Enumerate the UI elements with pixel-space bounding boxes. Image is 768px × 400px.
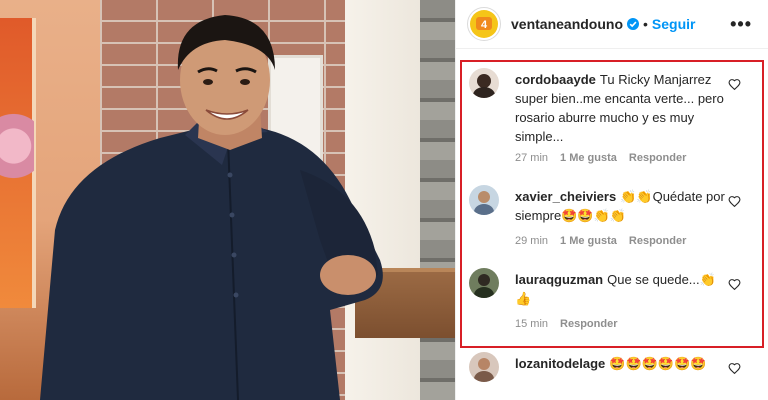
header-divider	[456, 48, 768, 49]
comment-likes[interactable]: 1 Me gusta	[560, 152, 617, 164]
comments-panel: 4 ventaneandouno • Seguir ••• cordobaayd…	[455, 0, 768, 400]
man-in-navy-shirt	[40, 15, 383, 400]
heart-icon[interactable]	[728, 195, 741, 208]
comment-item: cordobaayde Tu Ricky Manjarrez super bien…	[469, 68, 759, 164]
heart-icon[interactable]	[728, 278, 741, 291]
comment-time: 27 min	[515, 152, 549, 164]
comment-item: xavier_cheiviers 👏👏Quédate por siempre🤩🤩👏…	[469, 185, 759, 255]
separator-dot: •	[643, 16, 648, 32]
comment-item: lozanitodelage 🤩🤩🤩🤩🤩🤩	[469, 352, 759, 398]
verified-badge-icon	[627, 18, 640, 30]
reply-button[interactable]: Responder	[560, 318, 617, 330]
comment-text: 🤩🤩🤩🤩🤩🤩	[609, 356, 707, 371]
comment-time: 15 min	[515, 318, 549, 330]
commenter-avatar[interactable]	[469, 185, 499, 215]
comment-username[interactable]: xavier_cheiviers	[515, 189, 616, 204]
reply-button[interactable]: Responder	[629, 235, 686, 247]
reply-button[interactable]: Responder	[629, 152, 686, 164]
svg-text:4: 4	[481, 19, 488, 31]
more-options-icon[interactable]: •••	[730, 14, 752, 35]
comment-item: lauraqguzman Que se quede...👏👍 15 min Res…	[469, 268, 759, 338]
commenter-avatar[interactable]	[469, 352, 499, 382]
heart-icon[interactable]	[728, 78, 741, 91]
comment-likes[interactable]: 1 Me gusta	[560, 235, 617, 247]
post-photo	[0, 0, 455, 400]
commenter-avatar[interactable]	[469, 268, 499, 298]
follow-button[interactable]: Seguir	[652, 16, 696, 32]
heart-icon[interactable]	[728, 362, 741, 375]
post-header: 4 ventaneandouno • Seguir	[456, 0, 768, 48]
comment-username[interactable]: lozanitodelage	[515, 356, 605, 371]
comment-username[interactable]: lauraqguzman	[515, 272, 603, 287]
account-avatar[interactable]: 4	[467, 7, 501, 41]
account-username[interactable]: ventaneandouno	[511, 16, 623, 32]
comment-username[interactable]: cordobaayde	[515, 72, 596, 87]
comment-time: 29 min	[515, 235, 549, 247]
commenter-avatar[interactable]	[469, 68, 499, 98]
channel-logo-icon: 4	[476, 17, 492, 31]
